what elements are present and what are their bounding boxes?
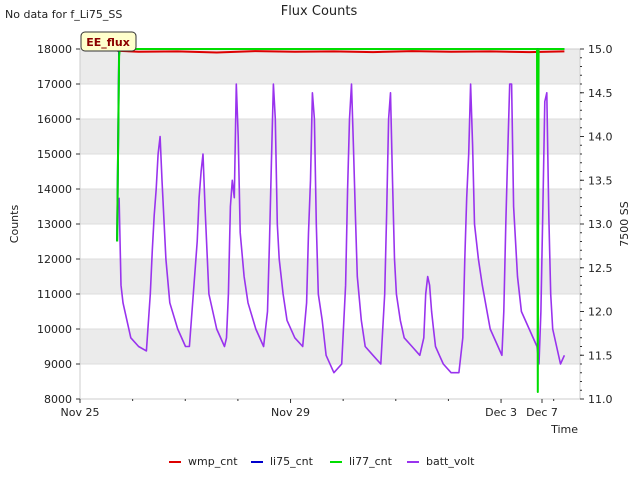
y2-tick-label: 14.5 bbox=[588, 87, 613, 100]
y2-tick-label: 12.5 bbox=[588, 262, 613, 275]
band bbox=[80, 329, 580, 364]
y-tick-label: 14000 bbox=[37, 183, 72, 196]
series-line-wmp-cnt bbox=[117, 49, 565, 54]
y2-tick-label: 12.0 bbox=[588, 306, 613, 319]
legend-label-batt-volt: batt_volt bbox=[426, 455, 475, 468]
legend-item-li75[interactable]: li75_cnt bbox=[251, 455, 314, 468]
band bbox=[80, 49, 580, 84]
x-tick-label: Nov 25 bbox=[61, 406, 100, 419]
x-tick-label: Dec 3 bbox=[485, 406, 517, 419]
flux-counts-chart: 8000 9000 10000 11000 12000 13000 14000 15000 16… bbox=[5, 4, 631, 468]
y-tick-label: 9000 bbox=[44, 358, 72, 371]
x-axis-label: Time bbox=[550, 423, 578, 436]
legend-item-wmp[interactable]: wmp_cnt bbox=[169, 455, 238, 468]
y-tick-label: 11000 bbox=[37, 288, 72, 301]
x-axis-ticks: Nov 25 Nov 29 Dec 3 Dec 7 bbox=[61, 399, 558, 419]
y2-tick-label: 11.0 bbox=[588, 393, 613, 406]
y2-tick-label: 14.0 bbox=[588, 131, 613, 144]
x-tick-label: Dec 7 bbox=[526, 406, 558, 419]
y2-tick-label: 11.5 bbox=[588, 349, 613, 362]
ee-flux-badge: EE_flux bbox=[80, 31, 137, 52]
y-tick-label: 18000 bbox=[37, 43, 72, 56]
x-tick-label: Nov 29 bbox=[271, 406, 310, 419]
y-axis-ticks: 8000 9000 10000 11000 12000 13000 14000 15000 16… bbox=[37, 43, 80, 406]
y-tick-label: 17000 bbox=[37, 78, 72, 91]
y-axis-label: Counts bbox=[8, 205, 21, 244]
y2-tick-label: 15.0 bbox=[588, 43, 613, 56]
legend-label-wmp: wmp_cnt bbox=[188, 455, 238, 468]
legend-item-li77[interactable]: li77_cnt bbox=[330, 455, 393, 468]
legend: wmp_cnt li75_cnt li77_cnt batt_volt bbox=[169, 455, 475, 468]
legend-item-batt-volt[interactable]: batt_volt bbox=[407, 455, 475, 468]
y-tick-label: 15000 bbox=[37, 148, 72, 161]
y2-tick-label: 13.5 bbox=[588, 174, 613, 187]
y-tick-label: 8000 bbox=[44, 393, 72, 406]
y2-axis-ticks: 11.0 11.5 12.0 12.5 13.0 13.5 14.0 14.5 15.0 bbox=[580, 43, 613, 406]
y-tick-label: 16000 bbox=[37, 113, 72, 126]
legend-label-li77: li77_cnt bbox=[349, 455, 393, 468]
y2-axis-label: 7500 SS bbox=[618, 201, 631, 246]
badge-label: EE_flux bbox=[86, 36, 130, 49]
legend-label-li75: li75_cnt bbox=[270, 455, 314, 468]
y-tick-label: 13000 bbox=[37, 218, 72, 231]
y-tick-label: 12000 bbox=[37, 253, 72, 266]
chart-title: Flux Counts bbox=[281, 4, 358, 19]
y2-tick-label: 13.0 bbox=[588, 218, 613, 231]
y-tick-label: 10000 bbox=[37, 323, 72, 336]
no-data-note: No data for f_Li75_SS bbox=[5, 8, 122, 21]
band bbox=[80, 119, 580, 154]
